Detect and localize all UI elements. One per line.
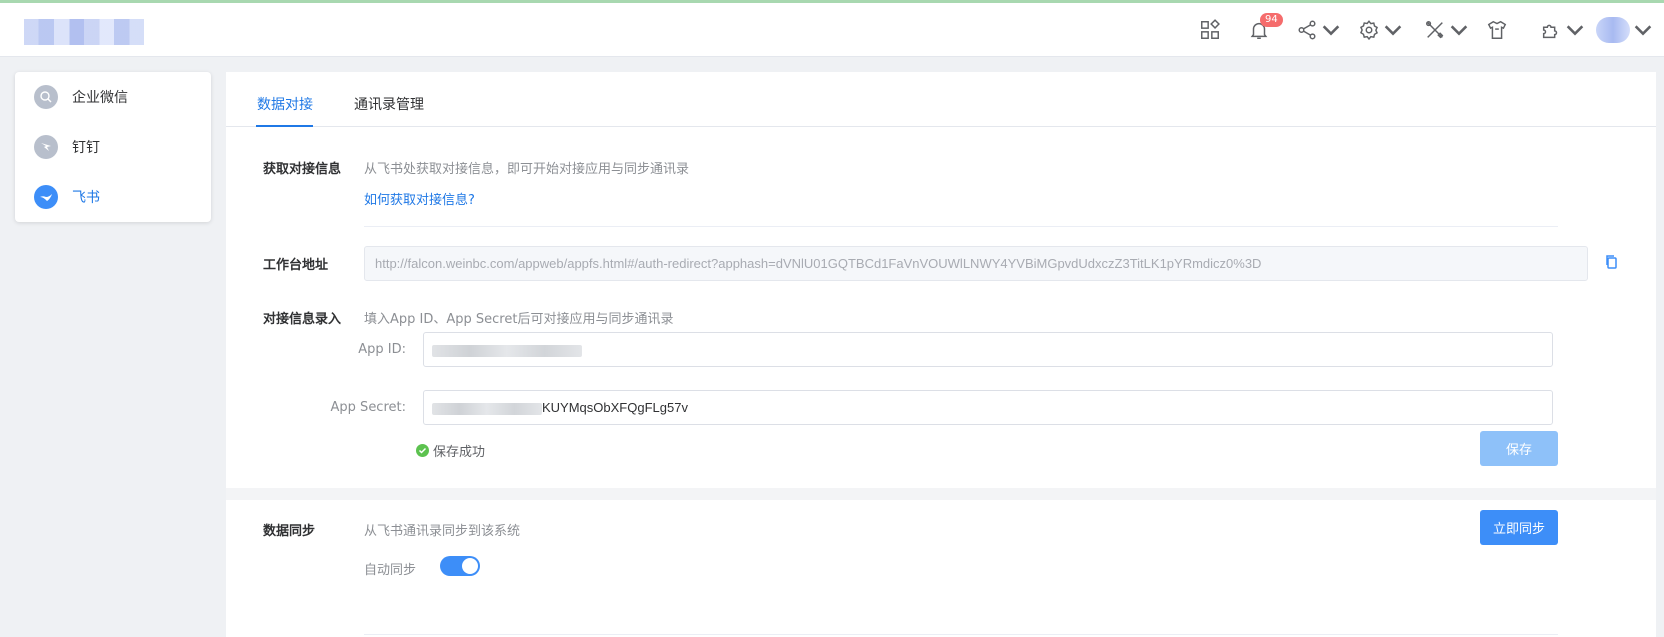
tab-bar: 数据对接 通讯录管理 [226,72,1656,127]
workbench-url-field[interactable]: http://falcon.weinbc.com/appweb/appfs.ht… [364,246,1588,281]
notifications-button[interactable]: 94 [1248,13,1283,43]
sync-now-button[interactable]: 立即同步 [1480,510,1558,545]
workbench-url-label: 工作台地址 [263,258,329,273]
avatar [1596,17,1630,43]
chevron-down-icon [1322,25,1340,36]
sidebar-item-feishu[interactable]: 飞书 [15,172,211,222]
section-separator [226,488,1656,500]
save-status: 保存成功 [416,441,485,460]
chevron-down-icon [1634,25,1652,36]
tab-data-connect[interactable]: 数据对接 [257,94,313,114]
dingtalk-icon [34,135,58,159]
entry-info-label: 对接信息录入 [263,312,342,327]
top-header: 94 [0,3,1664,57]
how-to-get-info-link[interactable]: 如何获取对接信息? [364,189,475,208]
copy-icon[interactable] [1603,253,1621,271]
redacted-value [432,344,582,357]
app-id-input[interactable] [423,332,1553,367]
app-secret-label: App Secret: [330,400,406,415]
puzzle-icon [1542,24,1558,39]
auto-sync-toggle[interactable] [440,556,480,576]
main-panel: 数据对接 通讯录管理 获取对接信息 从飞书处获取对接信息，即可开始对接应用与同步… [226,72,1656,637]
save-button[interactable]: 保存 [1480,431,1558,466]
connect-info-label: 获取对接信息 [263,162,342,177]
share-icon [1298,20,1316,40]
entry-info-hint: 填入App ID、App Secret后可对接应用与同步通讯录 [364,312,674,327]
sidebar-item-dingtalk[interactable]: 钉钉 [15,122,211,172]
user-menu[interactable] [1596,17,1654,43]
app-secret-visible-text: KUYMqsObXFQgFLg57v [542,400,688,415]
data-sync-hint: 从飞书通讯录同步到该系统 [364,524,521,539]
feishu-icon [34,185,58,209]
app-id-label: App ID: [358,342,406,357]
save-status-text: 保存成功 [433,445,486,460]
app-secret-input[interactable]: KUYMqsObXFQgFLg57v [423,390,1553,425]
notification-badge: 94 [1260,13,1283,27]
active-tab-indicator [256,125,313,127]
auto-sync-label: 自动同步 [364,563,417,578]
connect-info-hint: 从飞书处获取对接信息，即可开始对接应用与同步通讯录 [364,162,690,177]
theme-button[interactable] [1486,17,1508,43]
sidebar: 企业微信 钉钉 飞书 [15,72,211,222]
sidebar-item-label: 企业微信 [72,90,128,106]
brand-logo [24,19,144,45]
tools-menu[interactable] [1424,17,1470,43]
share-menu[interactable] [1296,17,1342,43]
plugins-menu[interactable] [1540,17,1586,43]
settings-menu[interactable] [1358,17,1404,43]
tab-contacts-management[interactable]: 通讯录管理 [354,94,424,114]
wecom-icon [34,85,58,109]
chevron-down-icon [1566,25,1584,36]
shirt-icon [1487,20,1507,39]
sidebar-item-label: 钉钉 [72,140,100,156]
sidebar-item-wecom[interactable]: 企业微信 [15,72,211,122]
gear-icon [1359,20,1379,41]
divider [364,226,1558,227]
check-circle-icon [416,444,429,457]
chevron-down-icon [1384,25,1402,36]
apps-grid-icon [1201,19,1220,39]
tools-icon [1426,21,1444,39]
sidebar-item-label: 飞书 [72,190,100,206]
divider [364,634,1558,635]
redacted-value [432,402,542,415]
chevron-down-icon [1450,25,1468,36]
data-sync-label: 数据同步 [263,524,316,539]
apps-button[interactable] [1199,17,1221,43]
